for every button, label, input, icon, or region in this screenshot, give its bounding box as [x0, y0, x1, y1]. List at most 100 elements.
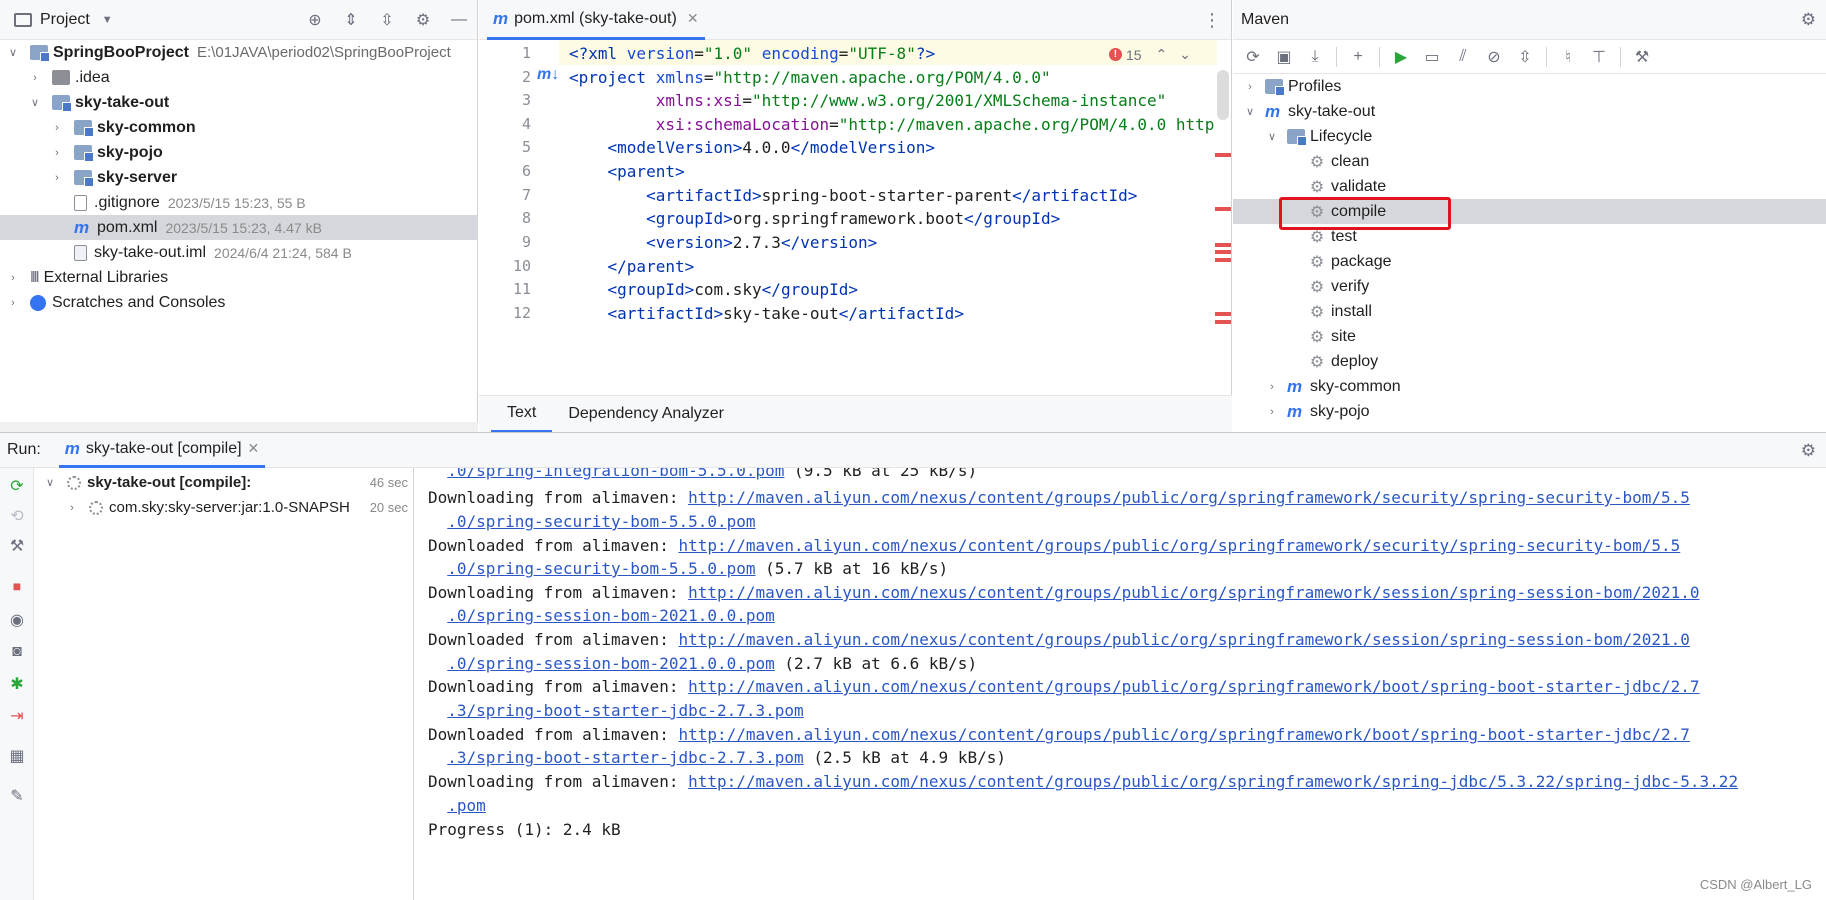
code-line[interactable]: </parent> [569, 257, 695, 276]
build-tree-row[interactable]: ∨ sky-take-out [compile]: 46 sec [35, 470, 414, 495]
wrench-icon[interactable]: ⚒ [7, 536, 27, 556]
error-stripe-mark[interactable] [1215, 258, 1231, 262]
console-link[interactable]: http://maven.aliyun.com/nexus/content/gr… [688, 583, 1699, 602]
maven-gutter-icon[interactable]: m↓ [537, 66, 559, 84]
chevron-right-icon[interactable]: › [50, 147, 64, 159]
maven-goal-verify[interactable]: ⚙ verify [1233, 274, 1826, 299]
chevron-right-icon[interactable]: › [50, 172, 64, 184]
code-line[interactable]: <parent> [569, 162, 685, 181]
project-panel-title[interactable]: Project [40, 11, 90, 29]
error-stripe-mark[interactable] [1215, 207, 1231, 211]
rerun-icon[interactable]: ⟳ [7, 476, 27, 496]
show-diagram-icon[interactable]: ⊤ [1589, 47, 1609, 67]
locate-icon[interactable]: ⊕ [305, 10, 325, 30]
maven-goal-package[interactable]: ⚙ package [1233, 249, 1826, 274]
tree-item-iml[interactable]: sky-take-out.iml 2024/6/4 21:24, 584 B [0, 240, 478, 265]
close-icon[interactable]: ✕ [687, 10, 699, 27]
execute-goal-icon[interactable]: ▭ [1422, 47, 1442, 67]
console-link[interactable]: .0/spring-security-bom-5.5.0.pom [447, 559, 755, 578]
tree-item-pom-xml[interactable]: m pom.xml 2023/5/15 15:23, 4.47 kB [0, 215, 478, 240]
console-link[interactable]: http://maven.aliyun.com/nexus/content/gr… [678, 725, 1689, 744]
close-icon[interactable]: ✕ [248, 440, 260, 457]
chevron-right-icon[interactable]: › [1243, 81, 1257, 93]
console-link[interactable]: http://maven.aliyun.com/nexus/content/gr… [688, 488, 1690, 507]
code-line[interactable]: xmlns:xsi="http://www.w3.org/2001/XMLSch… [569, 91, 1167, 110]
exit-icon[interactable]: ⇥ [7, 706, 27, 726]
maven-tree-sky-pojo[interactable]: › m sky-pojo [1233, 399, 1826, 424]
chevron-right-icon[interactable]: › [6, 297, 20, 309]
tree-item-external-libraries[interactable]: › ǀǀǀǀ External Libraries [0, 265, 478, 290]
tab-text[interactable]: Text [491, 396, 553, 433]
tree-item-sky-pojo[interactable]: › sky-pojo [0, 140, 478, 165]
maven-goal-clean[interactable]: ⚙ clean [1233, 149, 1826, 174]
maven-goal-install[interactable]: ⚙ install [1233, 299, 1826, 324]
chevron-down-icon[interactable]: ∨ [43, 476, 57, 489]
camera-icon[interactable]: ◙ [7, 642, 27, 662]
reload-icon[interactable]: ⟳ [1243, 47, 1263, 67]
chevron-right-icon[interactable]: › [6, 272, 20, 284]
chevron-right-icon[interactable]: › [1265, 406, 1279, 418]
run-icon[interactable]: ▶ [1391, 47, 1411, 67]
gear-icon[interactable]: ⚙ [1801, 10, 1816, 30]
maven-tree-lifecycle[interactable]: ∨ Lifecycle [1233, 124, 1826, 149]
code-line[interactable]: <groupId>com.sky</groupId> [569, 280, 858, 299]
pin-icon[interactable]: ✎ [7, 786, 27, 806]
error-stripe-mark[interactable] [1215, 320, 1231, 324]
error-stripe-mark[interactable] [1215, 312, 1231, 316]
maven-tree-sky-common[interactable]: › m sky-common [1233, 374, 1826, 399]
code-line[interactable]: xsi:schemaLocation="http://maven.apache.… [569, 115, 1215, 134]
console-link[interactable]: http://maven.aliyun.com/nexus/content/gr… [688, 677, 1699, 696]
error-stripe-mark[interactable] [1215, 243, 1231, 247]
debug-icon[interactable]: ✱ [7, 674, 27, 694]
chevron-down-icon[interactable]: ∨ [28, 96, 42, 109]
code-line[interactable]: <artifactId>sky-take-out</artifactId> [569, 304, 964, 323]
eye-icon[interactable]: ◉ [7, 610, 27, 630]
console-link[interactable]: .0/spring-session-bom-2021.0.0.pom [447, 654, 775, 673]
maven-goal-deploy[interactable]: ⚙ deploy [1233, 349, 1826, 374]
tab-dependency-analyzer[interactable]: Dependency Analyzer [552, 396, 740, 433]
stop-icon[interactable]: ■ [7, 576, 27, 596]
console-link[interactable]: .0/spring-session-bom-2021.0.0.pom [447, 606, 775, 625]
tree-item-idea[interactable]: › .idea [0, 65, 478, 90]
code-line[interactable]: <version>2.7.3</version> [569, 233, 877, 252]
console-link[interactable]: .0/spring-integration-bom-5.5.0.pom [447, 468, 784, 480]
vertical-scrollbar[interactable] [1217, 70, 1229, 120]
code-line[interactable]: <modelVersion>4.0.0</modelVersion> [569, 138, 936, 157]
console-link[interactable]: .3/spring-boot-starter-jdbc-2.7.3.pom [447, 748, 803, 767]
toggle-offline-icon[interactable]: ⫽ [1453, 47, 1473, 67]
horizontal-scrollbar[interactable] [0, 422, 478, 432]
error-indicator[interactable]: ! 15 ⌃ ⌄ [1108, 46, 1191, 63]
gear-icon[interactable]: ⚙ [413, 10, 433, 30]
collapse-all-icon[interactable]: ⇳ [377, 10, 397, 30]
run-tab[interactable]: m sky-take-out [compile] ✕ [58, 432, 266, 468]
more-options-icon[interactable]: ⋮ [1203, 10, 1221, 31]
tree-item-sky-common[interactable]: › sky-common [0, 115, 478, 140]
build-tree-row[interactable]: › com.sky:sky-server:jar:1.0-SNAPSH 20 s… [35, 495, 414, 520]
editor-tab-pom-xml[interactable]: m pom.xml (sky-take-out) ✕ [487, 0, 705, 40]
code-line[interactable]: <groupId>org.springframework.boot</group… [569, 209, 1060, 228]
chevron-right-icon[interactable]: › [28, 72, 42, 84]
tree-item-root-project[interactable]: ∨ SpringBooProject E:\01JAVA\period02\Sp… [0, 40, 478, 65]
chevron-down-icon[interactable]: ∨ [6, 46, 20, 59]
chevron-down-icon[interactable]: ∨ [1265, 130, 1279, 143]
tree-item-scratches[interactable]: › Scratches and Consoles [0, 290, 478, 315]
chevron-down-icon[interactable]: ⌄ [1179, 46, 1191, 63]
wrench-icon[interactable]: ⚒ [1632, 47, 1652, 67]
code-line[interactable]: <?xml version="1.0" encoding="UTF-8"?> [569, 44, 935, 63]
layout-icon[interactable]: ▦ [7, 746, 27, 766]
console-link[interactable]: .pom [447, 796, 486, 815]
console-link[interactable]: http://maven.aliyun.com/nexus/content/gr… [678, 630, 1689, 649]
plus-icon[interactable]: + [1348, 47, 1368, 67]
collapse-icon[interactable]: ⇳ [1515, 47, 1535, 67]
dependencies-icon[interactable]: ♮ [1558, 47, 1578, 67]
skip-tests-icon[interactable]: ⊘ [1484, 47, 1504, 67]
hide-icon[interactable]: — [449, 10, 469, 30]
add-project-icon[interactable]: ▣ [1274, 47, 1294, 67]
tree-item-gitignore[interactable]: .gitignore 2023/5/15 15:23, 55 B [0, 190, 478, 215]
download-icon[interactable]: ⤓ [1305, 47, 1325, 67]
chevron-right-icon[interactable]: › [50, 122, 64, 134]
maven-goal-validate[interactable]: ⚙ validate [1233, 174, 1826, 199]
console-output[interactable]: .0/spring-integration-bom-5.5.0.pom (9.5… [415, 468, 1826, 900]
rerun-failed-icon[interactable]: ⟲ [7, 506, 27, 526]
error-stripe-mark[interactable] [1215, 153, 1231, 157]
